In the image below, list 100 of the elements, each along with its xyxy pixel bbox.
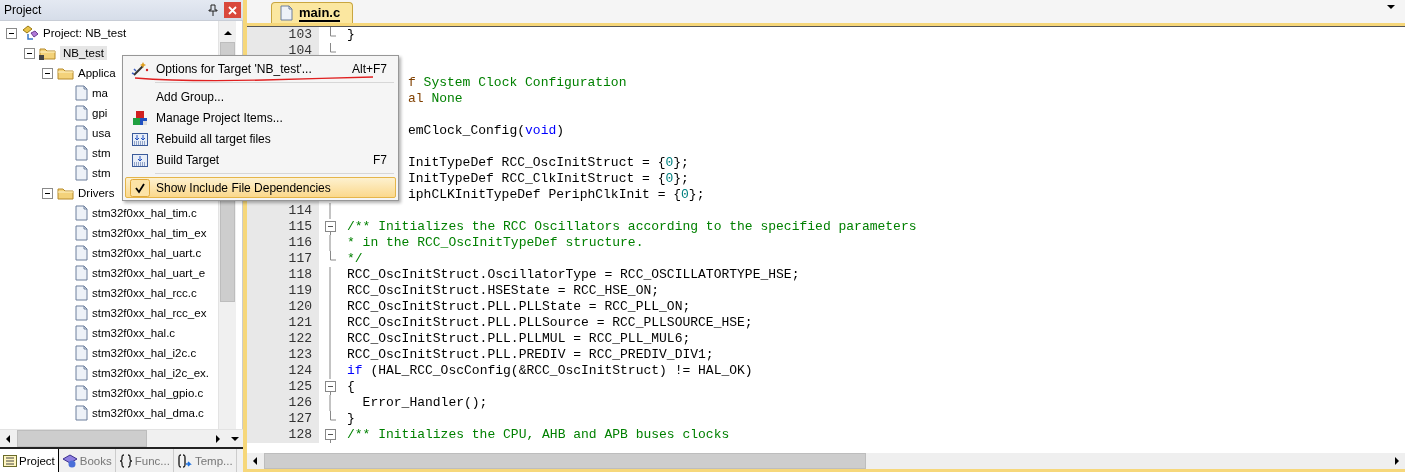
tree-item[interactable]: stm32f0xx_hal_tim.c	[0, 203, 218, 223]
file-icon	[75, 265, 88, 281]
line-number: 119	[288, 283, 312, 299]
tree-item[interactable]: stm32f0xx_hal_tim_ex	[0, 223, 218, 243]
line-number: 125	[288, 379, 312, 395]
code-line: RCC_OscInitStruct.PLL.PREDIV = RCC_PREDIV_DIV1;	[347, 347, 714, 363]
tree-item[interactable]: stm32f0xx_hal_i2c_ex.	[0, 363, 218, 383]
tree-item[interactable]: stm32f0xx_hal_rcc.c	[0, 283, 218, 303]
collapse-box-icon[interactable]	[6, 27, 17, 39]
braces-arrow-icon	[176, 453, 193, 468]
file-icon	[75, 365, 88, 381]
panel-title: Project	[4, 3, 43, 17]
file-icon	[75, 245, 88, 261]
file-icon	[75, 405, 88, 421]
fold-guide-line	[329, 395, 331, 411]
scrollbar-thumb[interactable]	[264, 453, 866, 469]
file-icon	[75, 225, 88, 241]
line-number: 114	[288, 203, 312, 219]
pin-icon[interactable]	[208, 4, 218, 16]
code-line: RCC_OscInitStruct.OscillatorType = RCC_OSCILLATORTYPE_HSE;	[347, 267, 800, 283]
file-icon	[75, 105, 88, 121]
line-number: 104	[288, 43, 312, 59]
tree-item[interactable]: stm32f0xx_hal.c	[0, 323, 218, 343]
line-number: 117	[288, 251, 312, 267]
fold-guide-line	[329, 203, 331, 219]
line-number: 118	[288, 267, 312, 283]
line-number: 123	[288, 347, 312, 363]
file-icon	[75, 305, 88, 321]
code-line: al None	[408, 91, 463, 107]
fold-guide-line	[329, 235, 331, 251]
code-line: RCC_OscInitStruct.PLL.PLLSource = RCC_PLLSOURCE_HSE;	[347, 315, 753, 331]
code-line: * in the RCC_OscInitTypeDef structure.	[347, 235, 644, 251]
horizontal-scrollbar[interactable]	[0, 429, 243, 447]
collapse-box-icon[interactable]	[42, 67, 53, 79]
folder-icon	[57, 66, 74, 80]
code-line: }	[347, 27, 355, 43]
checkmark-icon	[130, 178, 150, 197]
project-icon	[21, 25, 39, 41]
scrollbar-thumb[interactable]	[17, 430, 147, 447]
collapse-box-icon[interactable]	[324, 379, 336, 395]
rebuild-icon	[132, 130, 148, 147]
collapse-box-icon[interactable]	[42, 187, 53, 199]
build-icon	[132, 151, 148, 168]
code-line: RCC_OscInitStruct.HSEState = RCC_HSE_ON;	[347, 283, 660, 299]
blocks-icon	[132, 109, 148, 126]
close-icon	[228, 5, 237, 15]
tree-item[interactable]: stm32f0xx_hal_dma.c	[0, 403, 218, 423]
file-icon	[75, 85, 88, 101]
tree-item[interactable]: stm32f0xx_hal_uart_e	[0, 263, 218, 283]
file-icon	[75, 385, 88, 401]
tree-item[interactable]: stm32f0xx_hal_i2c.c	[0, 343, 218, 363]
tree-item[interactable]: Project: NB_test	[0, 23, 218, 43]
code-line: InitTypeDef RCC_ClkInitStruct = {0};	[408, 171, 689, 187]
code-line: Error_Handler();	[361, 395, 488, 411]
tree-item[interactable]: stm32f0xx_hal_gpio.c	[0, 383, 218, 403]
file-icon	[280, 5, 293, 21]
menu-item[interactable]: Show Include File Dependencies	[125, 177, 396, 198]
line-number: 124	[288, 363, 312, 379]
line-number: 127	[288, 411, 312, 427]
code-line: */	[347, 251, 363, 267]
file-icon	[75, 325, 88, 341]
menu-item[interactable]: Add Group...	[125, 86, 396, 107]
shortcut-label: F7	[373, 152, 387, 167]
menu-item[interactable]: Rebuild all target files	[125, 128, 396, 149]
shortcut-label: Alt+F7	[352, 61, 387, 76]
code-line: f System Clock Configuration	[408, 75, 627, 91]
line-number: 103	[288, 27, 312, 43]
braces-icon	[118, 453, 133, 468]
menu-item[interactable]: Build Target F7	[125, 149, 396, 170]
tree-item[interactable]: stm32f0xx_hal_rcc_ex	[0, 303, 218, 323]
code-line: /** Initializes the CPU, AHB and APB buses clocks	[347, 427, 730, 443]
file-icon	[75, 285, 88, 301]
panel-tab[interactable]: Project	[0, 449, 59, 472]
code-line: RCC_OscInitStruct.PLL.PLLMUL = RCC_PLL_MUL6;	[347, 331, 691, 347]
collapse-box-icon[interactable]	[324, 219, 336, 235]
line-number: 122	[288, 331, 312, 347]
file-icon	[75, 125, 88, 141]
file-icon	[75, 145, 88, 161]
list-icon	[3, 454, 17, 467]
close-button[interactable]	[224, 2, 241, 18]
code-line: }	[347, 411, 355, 427]
line-number: 116	[288, 235, 312, 251]
line-number: 115	[288, 219, 312, 235]
file-icon	[75, 205, 88, 221]
menu-item[interactable]: Manage Project Items...	[125, 107, 396, 128]
collapse-box-icon[interactable]	[324, 427, 336, 443]
tree-item[interactable]: stm32f0xx_hal_uart.c	[0, 243, 218, 263]
editor-tab[interactable]: main.c	[271, 2, 354, 23]
code-line: RCC_OscInitStruct.PLL.PLLState = RCC_PLL_ON;	[347, 299, 691, 315]
line-number: 128	[288, 427, 312, 443]
code-line: /** Initializes the RCC Oscillators according to the specified parameters	[347, 219, 917, 235]
file-icon	[75, 165, 88, 181]
collapse-box-icon[interactable]	[24, 47, 35, 59]
horizontal-scrollbar[interactable]	[247, 453, 1405, 472]
code-line: if (HAL_RCC_OscConfig(&RCC_OscInitStruct) != HAL_OK)	[347, 363, 753, 379]
book-icon	[61, 453, 78, 468]
code-line: {	[347, 379, 355, 395]
code-line: iphCLKInitTypeDef PeriphClkInit = {0};	[408, 187, 705, 203]
code-line: InitTypeDef RCC_OscInitStruct = {0};	[408, 155, 689, 171]
line-number: 126	[288, 395, 312, 411]
